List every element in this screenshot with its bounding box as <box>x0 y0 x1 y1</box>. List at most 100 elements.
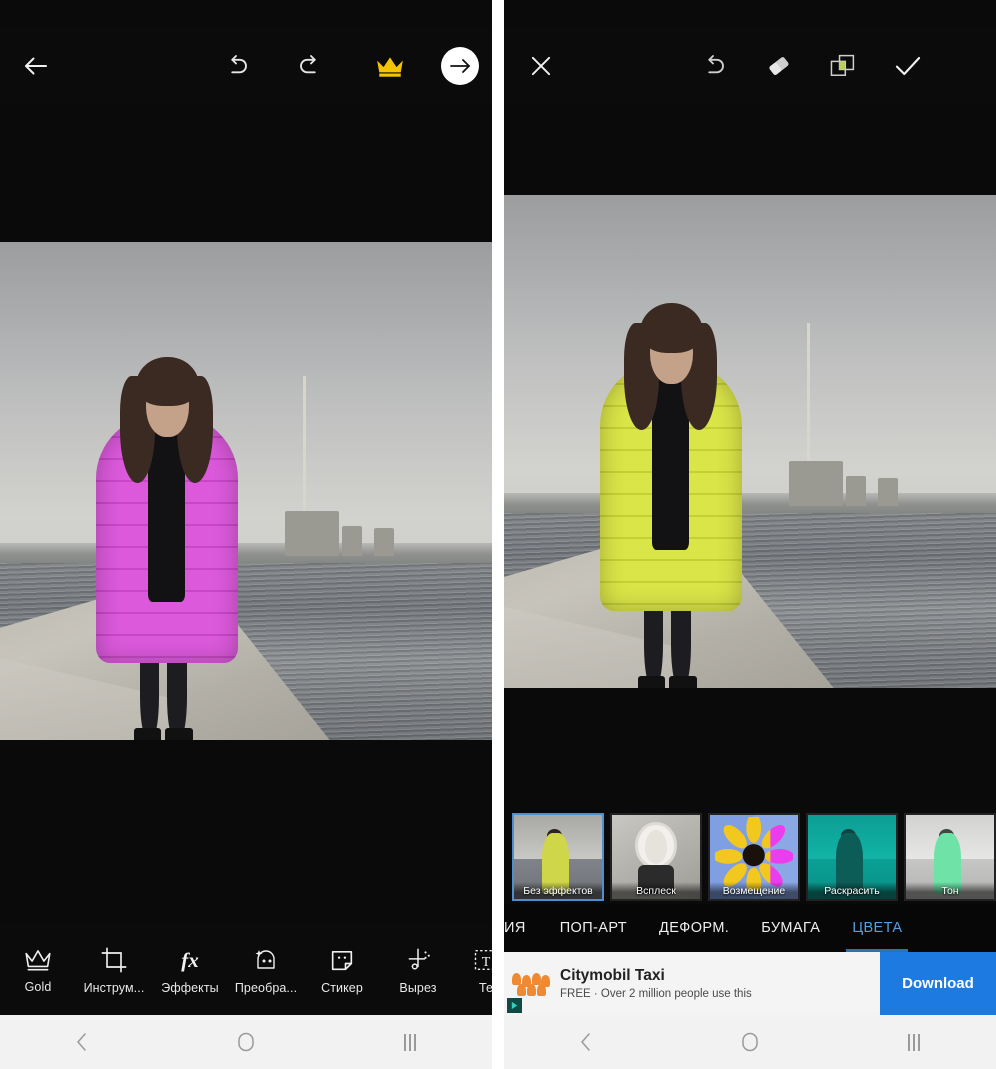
tool-crop-tools[interactable]: Инструм... <box>76 946 152 995</box>
arrow-left-icon <box>21 51 51 81</box>
nav-back-icon <box>73 1031 91 1053</box>
fortress-tower-b <box>373 528 394 556</box>
arrow-right-circle-icon <box>440 46 480 86</box>
crown-icon <box>23 947 53 973</box>
letterbox-bottom <box>0 740 492 884</box>
effect-category-tabs[interactable]: ИЯ ПОП-АРТ ДЕФОРМ. БУМАГА ЦВЕТА <box>504 904 996 952</box>
shoe-left <box>133 728 162 740</box>
right-android-navbar <box>504 1015 996 1069</box>
tool-effects[interactable]: fx Эффекты <box>152 946 228 995</box>
next-button[interactable] <box>428 46 492 86</box>
adchoices-icon[interactable] <box>507 998 522 1013</box>
svg-text:T: T <box>482 954 491 969</box>
shoe-right <box>165 728 193 740</box>
shoe-right <box>669 676 697 688</box>
filter-thumb-replace[interactable]: Возмещение <box>708 813 800 901</box>
close-button[interactable] <box>504 52 578 80</box>
tab-deform[interactable]: ДЕФОРМ. <box>643 904 745 952</box>
tool-label: Инструм... <box>83 980 145 995</box>
ad-banner[interactable]: Citymobil Taxi FREE · Over 2 million peo… <box>504 952 996 1015</box>
tab-pop-art[interactable]: ПОП-АРТ <box>544 904 643 952</box>
filter-thumb-none[interactable]: Без эффектов <box>512 813 604 901</box>
tool-label: Те <box>478 980 492 995</box>
edited-photo-recolored <box>504 195 996 688</box>
filter-label: Всплеск <box>612 882 700 899</box>
left-editor-toolbar <box>0 28 492 104</box>
undo-button[interactable] <box>678 51 748 81</box>
cutout-scissors-icon <box>404 946 432 974</box>
filter-thumbnail-strip[interactable]: Без эффектов Всплеск Возмещение Раскраси… <box>504 810 996 904</box>
tool-label: Преобра... <box>234 980 298 995</box>
fortress-tower-a <box>845 476 866 506</box>
checkmark-icon <box>892 50 924 82</box>
person-subject <box>573 303 770 688</box>
nav-home-button[interactable] <box>720 1015 780 1069</box>
ad-app-icon <box>504 952 558 1015</box>
ad-subtitle: FREE · Over 2 million people use this <box>560 987 752 1000</box>
close-icon <box>527 52 555 80</box>
tab-colors[interactable]: ЦВЕТА <box>836 904 918 952</box>
nav-recents-button[interactable] <box>380 1015 440 1069</box>
filter-label: Тон <box>906 882 994 899</box>
sticker-icon <box>328 946 356 974</box>
filter-label: Раскрасить <box>808 882 896 899</box>
tab-label: ПОП-АРТ <box>559 920 628 936</box>
nav-home-icon <box>235 1031 257 1053</box>
nav-back-button[interactable] <box>556 1015 616 1069</box>
redo-button[interactable] <box>270 51 352 81</box>
dual-screenshot-comparison: Gold Инструм... fx Эффекты Преобра... Ст… <box>0 0 996 1069</box>
person-subject <box>69 356 266 740</box>
nav-home-icon <box>739 1031 761 1053</box>
nav-recents-icon <box>908 1033 920 1051</box>
crown-icon <box>375 53 405 79</box>
tab-label: БУМАГА <box>761 920 821 936</box>
hair-top <box>639 303 703 354</box>
citymobil-logo-icon <box>512 972 550 996</box>
filter-label: Без эффектов <box>514 882 602 899</box>
nav-home-button[interactable] <box>216 1015 276 1069</box>
tool-cutout[interactable]: Вырез <box>380 946 456 995</box>
compare-layers-button[interactable] <box>810 51 876 81</box>
edited-photo-original <box>0 242 492 740</box>
nav-back-button[interactable] <box>52 1015 112 1069</box>
ad-download-button[interactable]: Download <box>880 952 996 1015</box>
apply-button[interactable] <box>876 50 940 82</box>
tool-gold[interactable]: Gold <box>0 947 76 994</box>
ad-copy: Citymobil Taxi FREE · Over 2 million peo… <box>558 967 880 1000</box>
panel-divider <box>492 0 504 1069</box>
fortress-tower-a <box>341 525 362 556</box>
svg-text:fx: fx <box>181 948 199 972</box>
gold-premium-button[interactable] <box>352 53 428 79</box>
filter-thumb-tone[interactable]: Тон <box>904 813 996 901</box>
tool-beautify[interactable]: Преобра... <box>228 946 304 995</box>
letterbox-top <box>0 104 492 242</box>
tool-label: Эффекты <box>161 980 219 995</box>
filter-thumb-colorize[interactable]: Раскрасить <box>806 813 898 901</box>
undo-button[interactable] <box>202 51 270 81</box>
hair-top <box>135 356 199 407</box>
back-button[interactable] <box>0 51 72 81</box>
tab-magic[interactable]: ИЯ <box>504 904 544 952</box>
left-photo-canvas[interactable] <box>0 242 492 740</box>
filter-thumb-splash[interactable]: Всплеск <box>610 813 702 901</box>
undo-icon <box>221 51 251 81</box>
fortress-tower-b <box>877 478 898 506</box>
tab-label: ИЯ <box>504 920 526 936</box>
redo-icon <box>296 51 326 81</box>
fx-icon: fx <box>175 946 205 974</box>
eraser-button[interactable] <box>748 51 810 81</box>
tool-label: Стикер <box>321 980 363 995</box>
left-tool-strip[interactable]: Gold Инструм... fx Эффекты Преобра... Ст… <box>0 925 492 1015</box>
tool-label: Вырез <box>399 980 437 995</box>
nav-back-icon <box>577 1031 595 1053</box>
layers-compare-icon <box>828 51 858 81</box>
thumb-hat-crown <box>644 830 668 864</box>
tab-paper[interactable]: БУМАГА <box>745 904 836 952</box>
right-photo-canvas[interactable] <box>504 195 996 688</box>
tool-text[interactable]: T Те <box>456 946 492 995</box>
nav-recents-button[interactable] <box>884 1015 944 1069</box>
filter-label: Возмещение <box>710 882 798 899</box>
fortress-building <box>285 510 340 556</box>
left-android-navbar <box>0 1015 492 1069</box>
tool-sticker[interactable]: Стикер <box>304 946 380 995</box>
